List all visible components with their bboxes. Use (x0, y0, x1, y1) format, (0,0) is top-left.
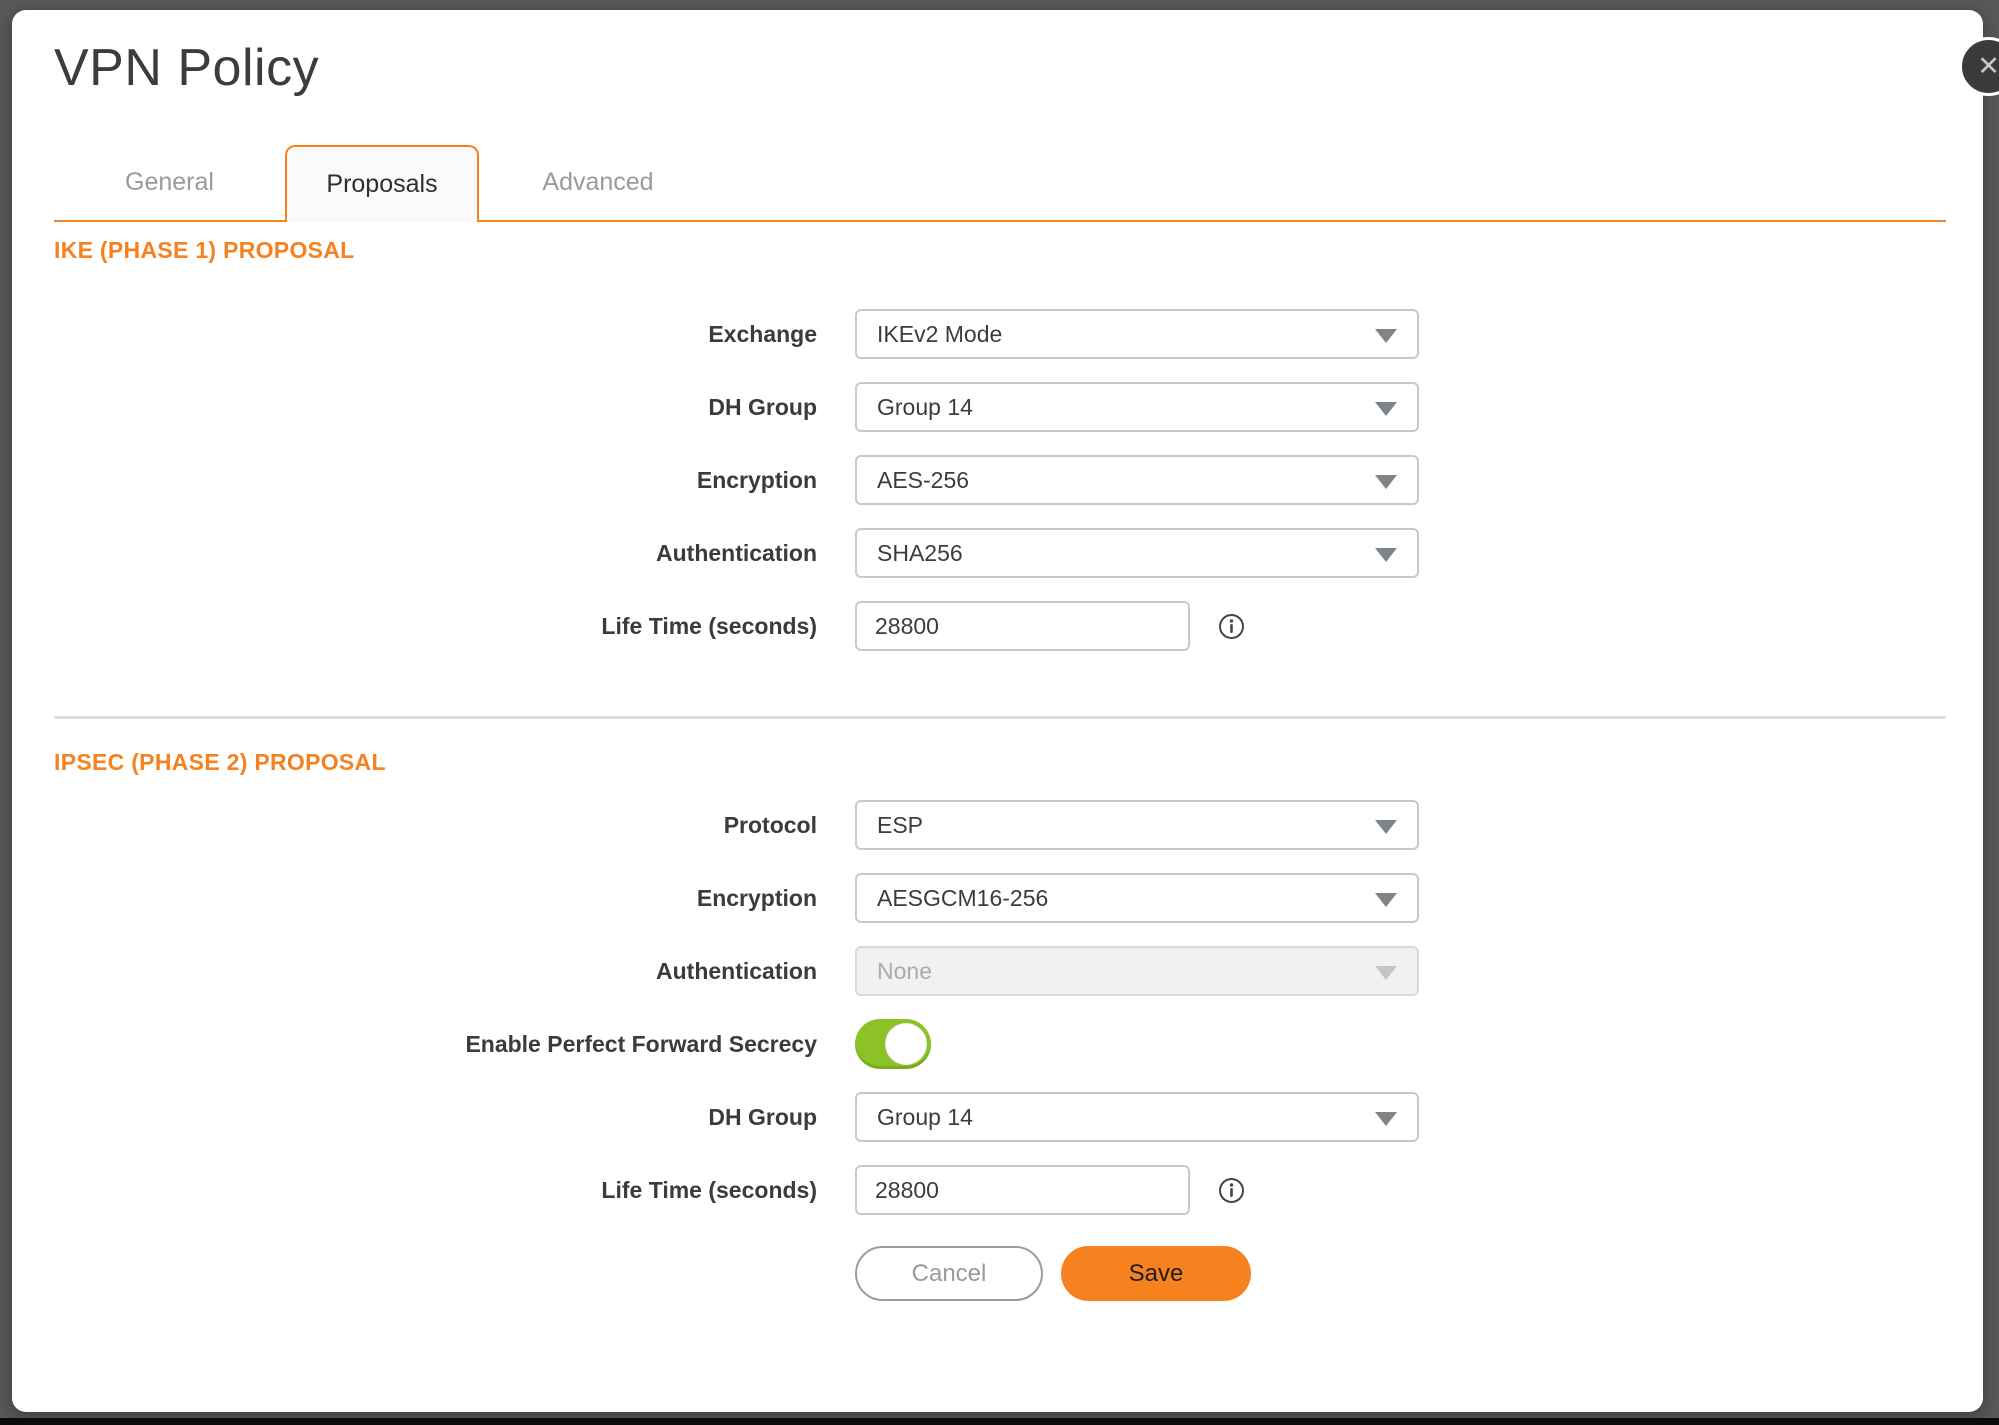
encryption2-label: Encryption (54, 885, 817, 912)
encryption-dropdown[interactable]: AES-256 (855, 455, 1419, 505)
tab-proposals[interactable]: Proposals (285, 145, 479, 222)
tab-general[interactable]: General (54, 145, 285, 220)
life-time-label: Life Time (seconds) (54, 613, 817, 640)
dh-group-label: DH Group (54, 394, 817, 421)
encryption-value: AES-256 (877, 467, 969, 494)
dh-group2-label: DH Group (54, 1104, 817, 1131)
chevron-down-icon (1375, 1112, 1397, 1126)
ike-phase1-form: Exchange IKEv2 Mode DH Group Group 14 En… (54, 309, 1946, 651)
dh-group-value: Group 14 (877, 394, 973, 421)
authentication2-value: None (877, 958, 932, 985)
protocol-dropdown[interactable]: ESP (855, 800, 1419, 850)
pfs-toggle-on[interactable] (855, 1019, 931, 1069)
info-icon (1218, 1177, 1245, 1204)
chevron-down-icon (1375, 475, 1397, 489)
dialog-title: VPN Policy (54, 40, 1946, 97)
authentication-value: SHA256 (877, 540, 963, 567)
chevron-down-icon (1375, 329, 1397, 343)
tab-advanced[interactable]: Advanced (479, 145, 717, 220)
chevron-down-icon (1375, 820, 1397, 834)
chevron-down-icon (1375, 548, 1397, 562)
dh-group-dropdown[interactable]: Group 14 (855, 382, 1419, 432)
authentication2-dropdown-disabled: None (855, 946, 1419, 996)
chevron-down-icon (1375, 893, 1397, 907)
authentication-dropdown[interactable]: SHA256 (855, 528, 1419, 578)
tab-bar: General Proposals Advanced (54, 143, 1946, 222)
exchange-value: IKEv2 Mode (877, 321, 1002, 348)
dh-group2-dropdown[interactable]: Group 14 (855, 1092, 1419, 1142)
chevron-down-icon (1375, 966, 1397, 980)
screen-bottom-edge (0, 1418, 1999, 1425)
protocol-label: Protocol (54, 812, 817, 839)
tab-proposals-label: Proposals (326, 170, 437, 199)
authentication-label: Authentication (54, 540, 817, 567)
protocol-value: ESP (877, 812, 923, 839)
encryption-label: Encryption (54, 467, 817, 494)
life-time2-input[interactable] (855, 1165, 1190, 1215)
encryption2-value: AESGCM16-256 (877, 885, 1048, 912)
info-icon (1218, 613, 1245, 640)
chevron-down-icon (1375, 402, 1397, 416)
vpn-policy-dialog: VPN Policy General Proposals Advanced IK… (12, 10, 1983, 1412)
life-time-row: Life Time (seconds) (54, 601, 1946, 651)
toggle-knob (885, 1023, 927, 1065)
action-buttons: Cancel Save (855, 1246, 1946, 1301)
authentication-row: Authentication SHA256 (54, 528, 1946, 578)
ipsec-phase2-heading: IPSEC (PHASE 2) PROPOSAL (54, 748, 1946, 776)
exchange-row: Exchange IKEv2 Mode (54, 309, 1946, 359)
authentication2-label: Authentication (54, 958, 817, 985)
tab-advanced-label: Advanced (542, 168, 653, 197)
dh-group2-row: DH Group Group 14 (54, 1092, 1946, 1142)
ike-phase1-heading: IKE (PHASE 1) PROPOSAL (54, 236, 1946, 264)
encryption2-dropdown[interactable]: AESGCM16-256 (855, 873, 1419, 923)
tab-general-label: General (125, 168, 214, 197)
encryption2-row: Encryption AESGCM16-256 (54, 873, 1946, 923)
exchange-label: Exchange (54, 321, 817, 348)
life-time2-label: Life Time (seconds) (54, 1177, 817, 1204)
close-icon: ✕ (1977, 53, 1999, 80)
pfs-label: Enable Perfect Forward Secrecy (54, 1031, 817, 1058)
save-button[interactable]: Save (1061, 1246, 1251, 1301)
exchange-dropdown[interactable]: IKEv2 Mode (855, 309, 1419, 359)
ipsec-phase2-form: Protocol ESP Encryption AESGCM16-256 Aut… (54, 800, 1946, 1215)
life-time2-row: Life Time (seconds) (54, 1165, 1946, 1215)
cancel-button[interactable]: Cancel (855, 1246, 1043, 1301)
protocol-row: Protocol ESP (54, 800, 1946, 850)
authentication2-row: Authentication None (54, 946, 1946, 996)
encryption-row: Encryption AES-256 (54, 455, 1946, 505)
dh-group2-value: Group 14 (877, 1104, 973, 1131)
section-divider (54, 716, 1946, 719)
pfs-row: Enable Perfect Forward Secrecy (54, 1019, 1946, 1069)
life-time-input[interactable] (855, 601, 1190, 651)
dh-group-row: DH Group Group 14 (54, 382, 1946, 432)
